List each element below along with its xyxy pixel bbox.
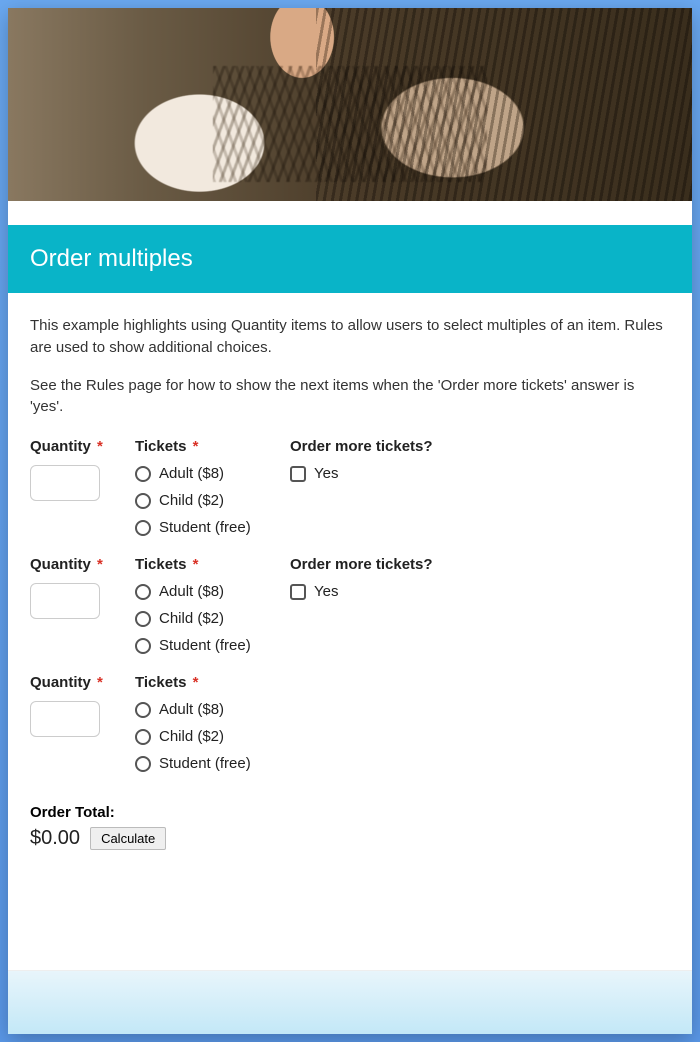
order-more-label: Order more tickets? [290,556,670,573]
required-asterisk: * [193,556,199,573]
order-total-label: Order Total: [30,804,670,821]
order-total-section: Order Total: $0.00 Calculate [30,804,670,850]
intro-paragraph-1: This example highlights using Quantity i… [30,315,670,359]
radio-icon [135,638,151,654]
radio-icon [135,493,151,509]
tickets-radio-group: Adult ($8) Child ($2) Student (free) [135,465,290,536]
order-more-yes[interactable]: Yes [290,583,670,600]
radio-icon [135,466,151,482]
order-more-checkbox-group: Yes [290,465,670,482]
required-asterisk: * [97,438,103,455]
order-more-field: Order more tickets? Yes [290,556,670,654]
ticket-option-child[interactable]: Child ($2) [135,492,290,509]
calculate-button[interactable]: Calculate [90,827,166,850]
quantity-input[interactable] [30,583,100,619]
radio-icon [135,520,151,536]
quantity-field: Quantity * [30,438,135,536]
checkbox-icon [290,584,306,600]
ticket-option-child[interactable]: Child ($2) [135,610,290,627]
quantity-label: Quantity * [30,556,135,573]
form-container: Order multiples This example highlights … [8,8,692,1034]
ticket-option-adult[interactable]: Adult ($8) [135,701,290,718]
quantity-label: Quantity * [30,438,135,455]
quantity-input[interactable] [30,701,100,737]
quantity-label: Quantity * [30,674,135,691]
radio-icon [135,756,151,772]
required-asterisk: * [193,438,199,455]
form-footer [8,970,692,1034]
ticket-option-child[interactable]: Child ($2) [135,728,290,745]
form-body: This example highlights using Quantity i… [8,293,692,970]
tickets-label: Tickets * [135,674,290,691]
quantity-field: Quantity * [30,556,135,654]
ticket-option-adult[interactable]: Adult ($8) [135,465,290,482]
tickets-radio-group: Adult ($8) Child ($2) Student (free) [135,583,290,654]
ticket-option-student[interactable]: Student (free) [135,519,290,536]
radio-icon [135,584,151,600]
ticket-option-student[interactable]: Student (free) [135,755,290,772]
required-asterisk: * [193,674,199,691]
checkbox-icon [290,466,306,482]
header-image [8,8,692,201]
order-more-field: Order more tickets? Yes [290,438,670,536]
tickets-radio-group: Adult ($8) Child ($2) Student (free) [135,701,290,772]
order-total-value: $0.00 [30,827,80,850]
ticket-option-adult[interactable]: Adult ($8) [135,583,290,600]
ticket-row-3: Quantity * Tickets * Adult ($8) Child ($… [30,674,670,772]
quantity-field: Quantity * [30,674,135,772]
ticket-row-1: Quantity * Tickets * Adult ($8) Child ($… [30,438,670,536]
order-more-label: Order more tickets? [290,438,670,455]
tickets-label: Tickets * [135,438,290,455]
order-total-line: $0.00 Calculate [30,827,670,850]
order-more-checkbox-group: Yes [290,583,670,600]
radio-icon [135,611,151,627]
radio-icon [135,702,151,718]
order-more-yes[interactable]: Yes [290,465,670,482]
form-description: This example highlights using Quantity i… [30,315,670,418]
required-asterisk: * [97,556,103,573]
required-asterisk: * [97,674,103,691]
tickets-field: Tickets * Adult ($8) Child ($2) Student … [135,556,290,654]
intro-paragraph-2: See the Rules page for how to show the n… [30,375,670,419]
tickets-field: Tickets * Adult ($8) Child ($2) Student … [135,674,290,772]
radio-icon [135,729,151,745]
ticket-row-2: Quantity * Tickets * Adult ($8) Child ($… [30,556,670,654]
form-title: Order multiples [8,225,692,293]
tickets-label: Tickets * [135,556,290,573]
ticket-option-student[interactable]: Student (free) [135,637,290,654]
quantity-input[interactable] [30,465,100,501]
tickets-field: Tickets * Adult ($8) Child ($2) Student … [135,438,290,536]
